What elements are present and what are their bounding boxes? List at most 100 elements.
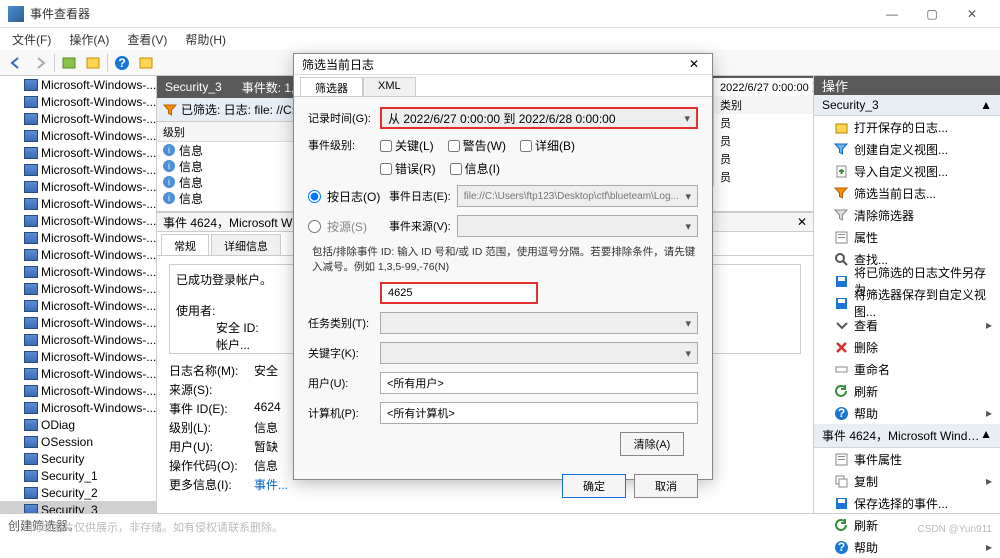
tree-item-label: Microsoft-Windows-... bbox=[41, 180, 156, 194]
record-time-select[interactable]: 从 2022/6/27 0:00:00 到 2022/6/28 0:00:00 bbox=[380, 107, 698, 129]
tree-item[interactable]: Microsoft-Windows-... bbox=[0, 195, 156, 212]
tree-item[interactable]: Microsoft-Windows-... bbox=[0, 331, 156, 348]
minimize-button[interactable]: — bbox=[872, 0, 912, 28]
cb-error[interactable]: 错误(R) bbox=[380, 160, 436, 177]
tree-item-label: Microsoft-Windows-... bbox=[41, 163, 156, 177]
log-icon bbox=[24, 249, 38, 261]
event-log-select[interactable]: file://C:\Users\ftp123\Desktop\ctf\bluet… bbox=[457, 185, 698, 207]
help-icon[interactable]: ? bbox=[112, 53, 132, 73]
action-item[interactable]: ?帮助▸ bbox=[814, 402, 1000, 424]
menu-file[interactable]: 文件(F) bbox=[6, 29, 57, 50]
ok-button[interactable]: 确定 bbox=[562, 474, 626, 498]
action-icon bbox=[834, 186, 848, 200]
tree-item-label: Microsoft-Windows-... bbox=[41, 299, 156, 313]
action-item[interactable]: 属性 bbox=[814, 226, 1000, 248]
task-category-select[interactable] bbox=[380, 312, 698, 334]
action-item[interactable]: 保存选择的事件... bbox=[814, 492, 1000, 514]
log-icon bbox=[24, 266, 38, 278]
computer-input[interactable] bbox=[380, 402, 698, 424]
tree-item[interactable]: Microsoft-Windows-... bbox=[0, 229, 156, 246]
info-icon: i bbox=[163, 160, 175, 172]
tree-item-label: Security_2 bbox=[41, 486, 98, 500]
tree-item[interactable]: Microsoft-Windows-... bbox=[0, 178, 156, 195]
tree-item[interactable]: Microsoft-Windows-... bbox=[0, 76, 156, 93]
action-item[interactable]: 清除筛选器 bbox=[814, 204, 1000, 226]
tree-item-label: Microsoft-Windows-... bbox=[41, 282, 156, 296]
cb-warning[interactable]: 警告(W) bbox=[448, 137, 506, 154]
menu-help[interactable]: 帮助(H) bbox=[179, 29, 232, 50]
action-item[interactable]: 创建自定义视图... bbox=[814, 138, 1000, 160]
action-item[interactable]: ?帮助▸ bbox=[814, 536, 1000, 558]
cb-verbose[interactable]: 详细(B) bbox=[520, 137, 575, 154]
action-icon bbox=[834, 120, 848, 134]
dialog-tab-xml[interactable]: XML bbox=[363, 77, 416, 96]
svg-text:?: ? bbox=[118, 56, 125, 70]
more-info-link[interactable]: 事件... bbox=[254, 476, 288, 493]
back-button[interactable] bbox=[6, 53, 26, 73]
tree-item[interactable]: Security_3 bbox=[0, 501, 156, 513]
action-item[interactable]: 事件属性 bbox=[814, 448, 1000, 470]
user-input[interactable] bbox=[380, 372, 698, 394]
tree-item[interactable]: Microsoft-Windows-... bbox=[0, 246, 156, 263]
tree-item[interactable]: Microsoft-Windows-... bbox=[0, 399, 156, 416]
maximize-button[interactable]: ▢ bbox=[912, 0, 952, 28]
tree-item[interactable]: Microsoft-Windows-... bbox=[0, 144, 156, 161]
keywords-select[interactable] bbox=[380, 342, 698, 364]
tree-item[interactable]: Security_1 bbox=[0, 467, 156, 484]
action-item[interactable]: 导入自定义视图... bbox=[814, 160, 1000, 182]
tree-item[interactable]: ODiag bbox=[0, 416, 156, 433]
tree-item[interactable]: Microsoft-Windows-... bbox=[0, 110, 156, 127]
menu-bar: 文件(F) 操作(A) 查看(V) 帮助(H) bbox=[0, 28, 1000, 50]
log-icon bbox=[24, 79, 38, 91]
toolbar-icon-3[interactable] bbox=[136, 53, 156, 73]
detail-close-icon[interactable]: ✕ bbox=[797, 215, 807, 229]
tree-item[interactable]: Microsoft-Windows-... bbox=[0, 348, 156, 365]
tree-item[interactable]: Microsoft-Windows-... bbox=[0, 127, 156, 144]
action-item[interactable]: 复制▸ bbox=[814, 470, 1000, 492]
forward-button[interactable] bbox=[30, 53, 50, 73]
tree-item[interactable]: OSession bbox=[0, 433, 156, 450]
tree-item[interactable]: Microsoft-Windows-... bbox=[0, 280, 156, 297]
menu-action[interactable]: 操作(A) bbox=[63, 29, 115, 50]
tree-item[interactable]: Security_2 bbox=[0, 484, 156, 501]
tree-item[interactable]: Microsoft-Windows-... bbox=[0, 161, 156, 178]
action-label: 创建自定义视图... bbox=[854, 141, 948, 158]
action-item[interactable]: 删除 bbox=[814, 336, 1000, 358]
tree-item[interactable]: Microsoft-Windows-... bbox=[0, 93, 156, 110]
tree-item[interactable]: Microsoft-Windows-... bbox=[0, 365, 156, 382]
center-right-column: 2022/6/27 0:00:00 到 类别 员 员 员 员 bbox=[713, 78, 813, 186]
cb-critical[interactable]: 关键(L) bbox=[380, 137, 434, 154]
dialog-close-icon[interactable]: ✕ bbox=[684, 54, 704, 74]
close-button[interactable]: ✕ bbox=[952, 0, 992, 28]
event-level-label: 事件级别: bbox=[308, 137, 374, 153]
tab-general[interactable]: 常规 bbox=[161, 234, 209, 255]
menu-view[interactable]: 查看(V) bbox=[121, 29, 173, 50]
action-item[interactable]: 打开保存的日志... bbox=[814, 116, 1000, 138]
dialog-tab-filter[interactable]: 筛选器 bbox=[300, 77, 363, 96]
tree-item[interactable]: Microsoft-Windows-... bbox=[0, 314, 156, 331]
action-label: 重命名 bbox=[854, 361, 890, 378]
clear-button[interactable]: 清除(A) bbox=[620, 432, 684, 456]
action-item[interactable]: 筛选当前日志... bbox=[814, 182, 1000, 204]
cancel-button[interactable]: 取消 bbox=[634, 474, 698, 498]
tree-item[interactable]: Microsoft-Windows-... bbox=[0, 263, 156, 280]
toolbar-icon-2[interactable] bbox=[83, 53, 103, 73]
radio-by-source[interactable] bbox=[308, 220, 321, 233]
tree-item[interactable]: Microsoft-Windows-... bbox=[0, 382, 156, 399]
action-item[interactable]: 将筛选器保存到自定义视图... bbox=[814, 292, 1000, 314]
radio-by-log[interactable] bbox=[308, 190, 321, 203]
action-item[interactable]: 重命名 bbox=[814, 358, 1000, 380]
navigation-tree[interactable]: Microsoft-Windows-...Microsoft-Windows-.… bbox=[0, 76, 157, 513]
tree-item[interactable]: Microsoft-Windows-... bbox=[0, 212, 156, 229]
event-id-input[interactable] bbox=[380, 282, 538, 304]
tree-item[interactable]: Security bbox=[0, 450, 156, 467]
cb-info[interactable]: 信息(I) bbox=[450, 160, 500, 177]
tree-item[interactable]: Microsoft-Windows-... bbox=[0, 297, 156, 314]
toolbar-icon-1[interactable] bbox=[59, 53, 79, 73]
event-source-select[interactable] bbox=[457, 215, 698, 237]
tree-item-label: Microsoft-Windows-... bbox=[41, 231, 156, 245]
action-item[interactable]: 刷新 bbox=[814, 380, 1000, 402]
tab-detail[interactable]: 详细信息 bbox=[211, 234, 281, 255]
action-label: 查看 bbox=[854, 317, 878, 334]
log-icon bbox=[24, 130, 38, 142]
